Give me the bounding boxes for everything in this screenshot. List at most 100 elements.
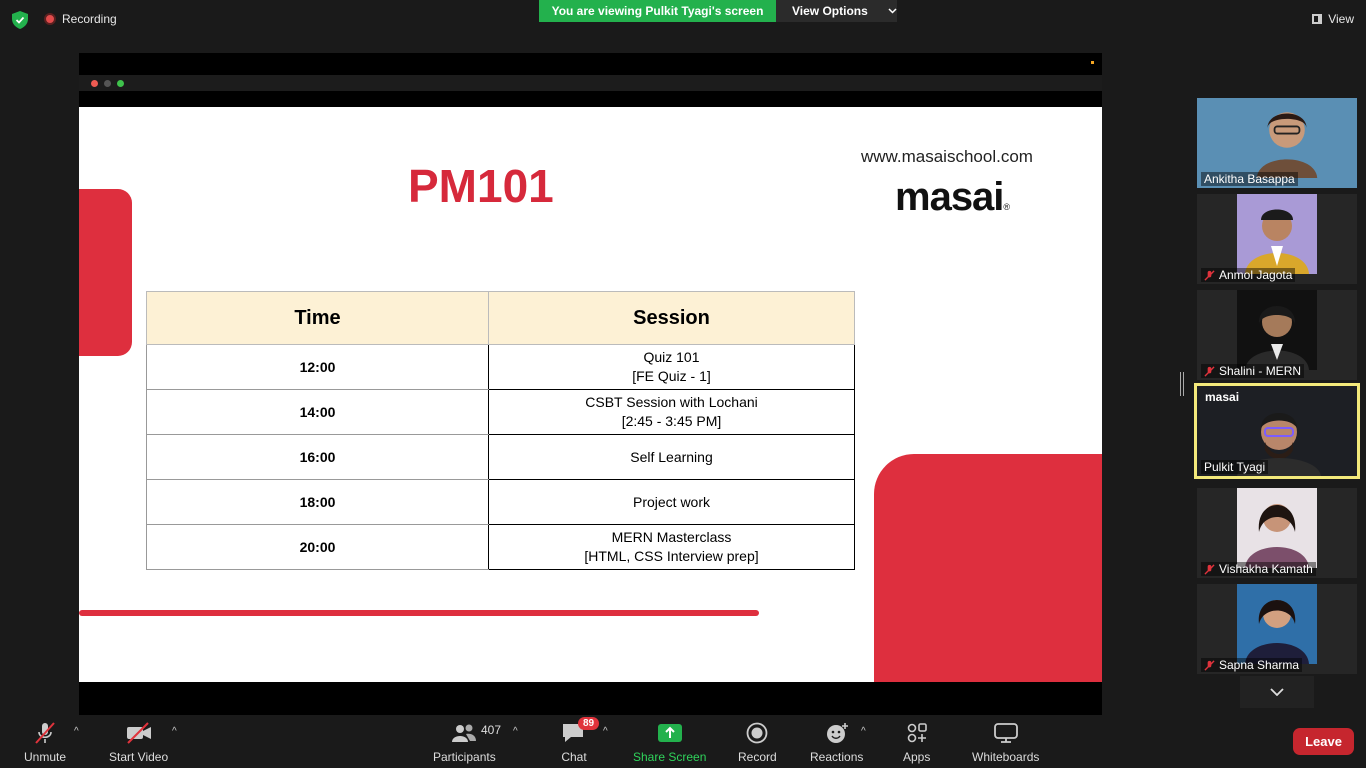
logo-text: masai (895, 175, 1004, 219)
unmute-button[interactable]: Unmute (24, 722, 66, 764)
apps-label: Apps (903, 750, 931, 764)
session-line-2: [FE Quiz - 1] (632, 368, 711, 384)
close-dot-icon (91, 80, 98, 87)
security-shield-icon[interactable] (12, 11, 28, 29)
participant-name: Vishakha Kamath (1201, 562, 1316, 576)
smiley-reaction-icon (826, 723, 848, 743)
share-screen-button[interactable]: Share Screen (633, 722, 706, 764)
participant-name-label: Sapna Sharma (1219, 658, 1300, 672)
view-options-button[interactable]: View Options (776, 0, 897, 22)
scroll-more-participants-button[interactable] (1240, 676, 1314, 708)
muted-microphone-icon (35, 722, 55, 744)
apps-button[interactable]: Apps (903, 722, 930, 764)
session-line-1: Quiz 101 (643, 349, 700, 365)
share-indicator-dot (1091, 61, 1094, 64)
video-tile[interactable]: Anmol Jagota (1197, 194, 1357, 284)
participant-avatar (1237, 290, 1317, 370)
participants-icon (452, 724, 477, 742)
whiteboards-button[interactable]: Whiteboards (972, 722, 1039, 764)
whiteboards-label: Whiteboards (972, 750, 1040, 764)
table-row: 16:00 Self Learning (146, 434, 855, 480)
window-controls (91, 80, 124, 87)
muted-mic-icon (1204, 365, 1215, 377)
table-row: 20:00 MERN Masterclass [HTML, CSS Intervi… (146, 524, 855, 570)
participant-avatar (1237, 488, 1317, 568)
participant-name: Shalini - MERN (1201, 364, 1305, 378)
share-screen-icon (657, 724, 682, 742)
video-options-caret[interactable]: ^ (172, 726, 177, 737)
participant-name-label: Shalini - MERN (1219, 364, 1302, 378)
participant-avatar (1237, 584, 1317, 664)
chat-unread-badge: 89 (578, 717, 600, 730)
session-cell: Self Learning (488, 434, 855, 480)
view-label: View (1328, 12, 1354, 26)
record-icon (746, 722, 768, 744)
decor-red-left (79, 189, 132, 356)
view-layout-button[interactable]: View (1312, 12, 1354, 26)
apps-icon (907, 723, 927, 743)
window-title-bar (79, 75, 1102, 91)
time-cell: 14:00 (146, 389, 489, 435)
start-video-label: Start Video (109, 750, 169, 764)
share-top-strip (79, 53, 1102, 75)
chat-options-caret[interactable]: ^ (603, 726, 608, 737)
table-row: 12:00 Quiz 101 [FE Quiz - 1] (146, 344, 855, 390)
header-time: Time (146, 291, 489, 345)
participant-name-label: Anmol Jagota (1219, 268, 1293, 282)
video-off-icon (126, 722, 151, 744)
audio-options-caret[interactable]: ^ (74, 726, 79, 737)
time-cell: 20:00 (146, 524, 489, 570)
participant-avatar (1237, 194, 1317, 274)
reactions-button[interactable]: Reactions (810, 722, 863, 764)
record-button[interactable]: Record (738, 722, 777, 764)
unmute-label: Unmute (24, 750, 67, 764)
participant-name: Pulkit Tyagi (1201, 460, 1269, 474)
panel-resize-handle[interactable] (1180, 372, 1184, 396)
video-tile[interactable]: Sapna Sharma (1197, 584, 1357, 674)
participant-count: 407 (481, 723, 502, 737)
start-video-button[interactable]: Start Video (109, 722, 168, 764)
gallery-view-icon (1312, 14, 1323, 24)
video-tile[interactable]: Shalini - MERN (1197, 290, 1357, 380)
slide-url: www.masaischool.com (861, 147, 1033, 166)
participant-name-label: Pulkit Tyagi (1204, 460, 1266, 474)
participant-name-label: Vishakha Kamath (1219, 562, 1313, 576)
participants-label: Participants (433, 750, 496, 764)
leave-button[interactable]: Leave (1293, 728, 1354, 755)
view-options-label: View Options (792, 4, 868, 18)
participant-avatar (1256, 112, 1318, 178)
share-screen-label: Share Screen (633, 750, 707, 764)
recording-dot-icon (44, 13, 56, 25)
reactions-options-caret[interactable]: ^ (861, 726, 866, 737)
muted-mic-icon (1204, 563, 1215, 575)
session-line-1: MERN Masterclass (611, 529, 732, 545)
video-tile[interactable]: Ankitha Basappa (1197, 98, 1357, 188)
participant-name: Sapna Sharma (1201, 658, 1303, 672)
masai-logo: masai® (895, 175, 1010, 220)
masai-watermark: masai (1205, 390, 1240, 404)
viewing-screen-banner: You are viewing Pulkit Tyagi's screen (539, 0, 776, 22)
participant-name: Anmol Jagota (1201, 268, 1296, 282)
video-tile-active-speaker[interactable]: masai Pulkit Tyagi (1194, 383, 1360, 479)
reactions-label: Reactions (810, 750, 864, 764)
chevron-down-icon (1270, 688, 1284, 696)
recording-indicator[interactable]: Recording (44, 12, 117, 26)
participant-name-label: Ankitha Basappa (1204, 172, 1295, 186)
session-line-2: [2:45 - 3:45 PM] (621, 413, 722, 429)
top-bar: Recording You are viewing Pulkit Tyagi's… (0, 0, 1366, 40)
decor-red-right (874, 454, 1102, 682)
zoom-meeting-window: Recording You are viewing Pulkit Tyagi's… (0, 0, 1366, 768)
time-cell: 18:00 (146, 479, 489, 525)
shared-screen: PM101 www.masaischool.com masai® Time Se… (79, 53, 1102, 715)
session-line-1: CSBT Session with Lochani (585, 394, 758, 410)
participants-options-caret[interactable]: ^ (513, 726, 518, 737)
time-cell: 12:00 (146, 344, 489, 390)
minimize-dot-icon (104, 80, 111, 87)
session-cell: CSBT Session with Lochani [2:45 - 3:45 PM… (488, 389, 855, 435)
record-label: Record (738, 750, 777, 764)
video-tile[interactable]: Vishakha Kamath (1197, 488, 1357, 578)
session-line-2: [HTML, CSS Interview prep] (584, 548, 759, 564)
presentation-slide: PM101 www.masaischool.com masai® Time Se… (79, 107, 1102, 682)
recording-label: Recording (62, 12, 117, 26)
slide-title: PM101 (408, 160, 554, 212)
